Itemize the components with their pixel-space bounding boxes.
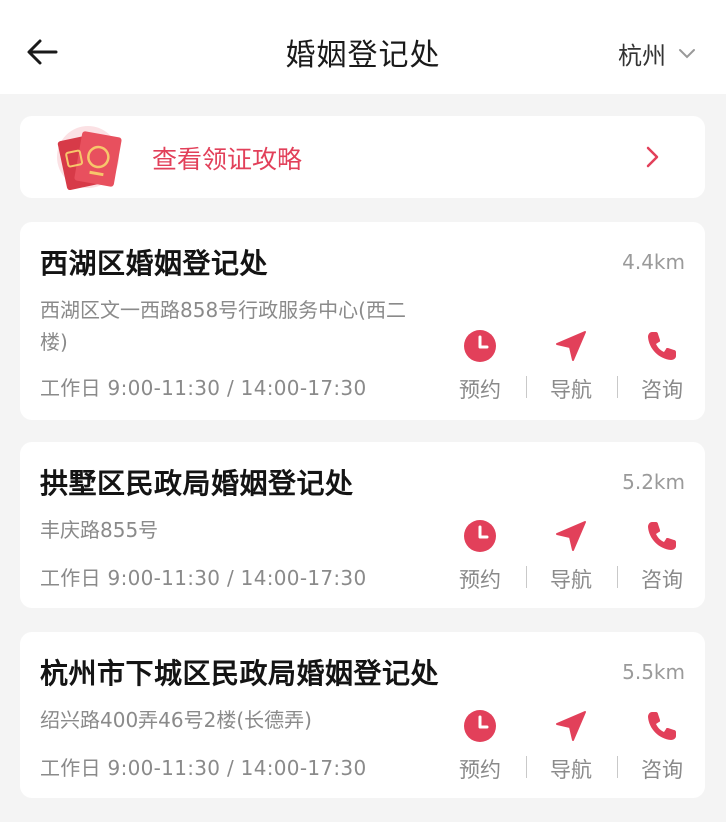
divider [526,376,527,398]
navigate-button[interactable]: 导航 [541,708,601,784]
divider [617,566,618,588]
navigation-arrow-icon [553,708,589,744]
book-label: 预约 [459,568,501,592]
office-hours: 工作日 9:00-11:30 / 14:00-17:30 [40,376,367,400]
consult-button[interactable]: 咨询 [632,328,692,404]
navigate-label: 导航 [550,758,592,782]
office-address: 丰庆路855号 [40,518,159,542]
office-name: 西湖区婚姻登记处 [40,247,269,280]
office-name: 拱墅区民政局婚姻登记处 [40,467,354,500]
navigate-label: 导航 [550,568,592,592]
office-hours: 工作日 9:00-11:30 / 14:00-17:30 [40,756,367,780]
book-button[interactable]: 预约 [450,328,510,404]
office-name: 杭州市下城区民政局婚姻登记处 [40,657,440,690]
consult-label: 咨询 [641,378,683,402]
city-label: 杭州 [618,42,666,70]
divider [617,376,618,398]
office-card[interactable]: 拱墅区民政局婚姻登记处 5.2km 丰庆路855号 工作日 9:00-11:30… [20,442,705,608]
divider [526,566,527,588]
book-label: 预约 [459,378,501,402]
chevron-down-icon [678,48,696,60]
consult-button[interactable]: 咨询 [632,518,692,594]
office-address: 西湖区文一西路858号行政服务中心(西二楼) [40,298,406,354]
navigation-arrow-icon [553,518,589,554]
office-address: 绍兴路400弄46号2楼(长德弄) [40,708,312,732]
phone-icon [644,518,680,554]
marriage-guide-card[interactable]: 查看领证攻略 [20,116,705,198]
office-card[interactable]: 杭州市下城区民政局婚姻登记处 5.5km 绍兴路400弄46号2楼(长德弄) 工… [20,632,705,798]
book-button[interactable]: 预约 [450,708,510,784]
divider [617,756,618,778]
consult-button[interactable]: 咨询 [632,708,692,784]
book-label: 预约 [459,758,501,782]
office-distance: 5.5km [622,660,685,684]
city-selector[interactable]: 杭州 [618,36,696,71]
office-hours: 工作日 9:00-11:30 / 14:00-17:30 [40,566,367,590]
consult-label: 咨询 [641,758,683,782]
phone-icon [644,328,680,364]
guide-label: 查看领证攻略 [152,145,303,174]
top-nav-bar: 婚姻登记处 杭州 [0,0,726,94]
clock-icon [462,328,498,364]
book-button[interactable]: 预约 [450,518,510,594]
divider [526,756,527,778]
office-card[interactable]: 西湖区婚姻登记处 4.4km 西湖区文一西路858号行政服务中心(西二楼) 工作… [20,222,705,420]
office-distance: 5.2km [622,470,685,494]
navigate-button[interactable]: 导航 [541,518,601,594]
chevron-right-icon [645,146,659,168]
navigation-arrow-icon [553,328,589,364]
clock-icon [462,708,498,744]
phone-icon [644,708,680,744]
navigate-label: 导航 [550,378,592,402]
marriage-certificate-icon [57,126,122,190]
consult-label: 咨询 [641,568,683,592]
navigate-button[interactable]: 导航 [541,328,601,404]
clock-icon [462,518,498,554]
office-distance: 4.4km [622,250,685,274]
